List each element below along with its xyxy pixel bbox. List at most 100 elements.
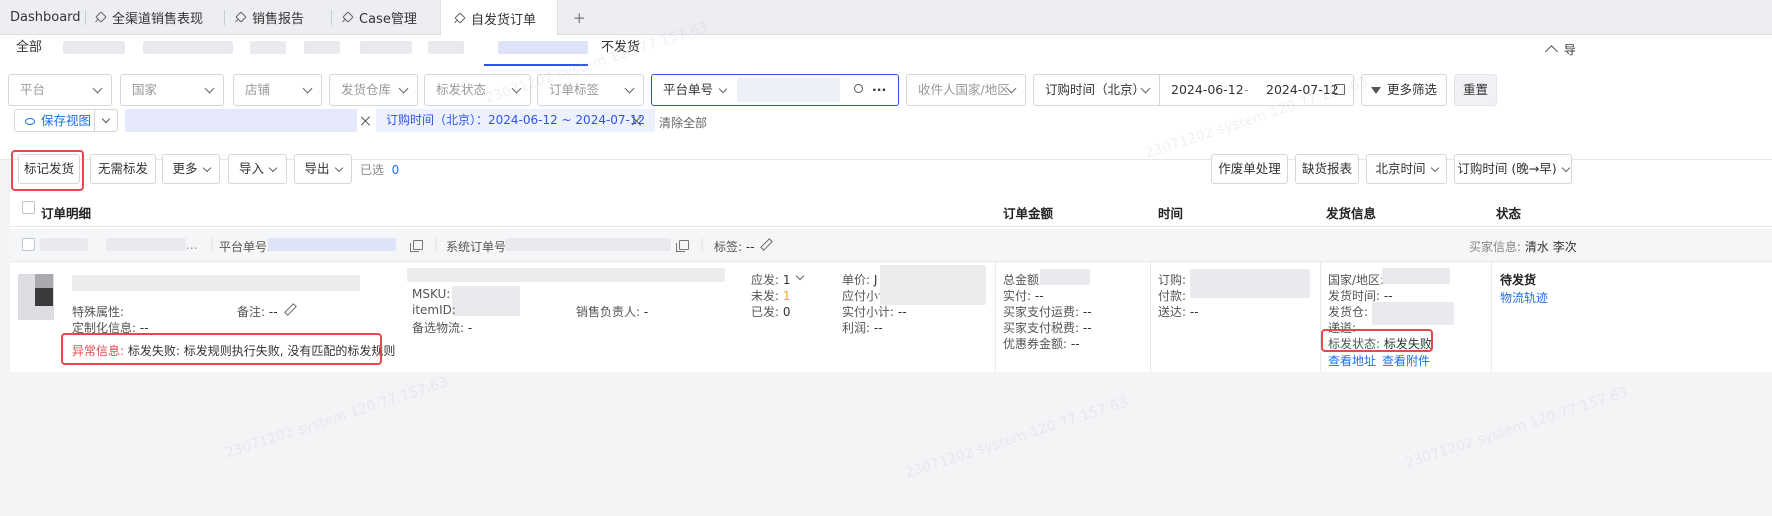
tag-value: --	[745, 240, 755, 254]
chevron-down-icon	[1561, 163, 1570, 173]
subtab-redacted[interactable]	[428, 41, 464, 54]
subtab-no-ship[interactable]: 不发货	[601, 30, 640, 66]
shop-select[interactable]: 店铺	[233, 74, 322, 106]
subtab-redacted[interactable]	[250, 41, 286, 54]
product-image[interactable]	[18, 274, 54, 320]
view-attachment-link[interactable]: 查看附件	[1382, 352, 1430, 369]
calendar-icon	[1334, 84, 1345, 95]
buyer-tax: 买家支付税费: --	[1003, 319, 1092, 336]
select-all-checkbox[interactable]	[22, 201, 35, 214]
eye-icon	[25, 118, 35, 125]
tag-label: 标签: --	[714, 238, 755, 255]
edit-icon[interactable]	[284, 304, 295, 315]
shortage-report-button[interactable]: 缺货报表	[1295, 154, 1359, 184]
deliver-label: 送达:	[1158, 305, 1187, 319]
recipient-country-select[interactable]: 收件人国家/地区	[906, 74, 1026, 106]
tab-omnichannel-sales[interactable]: 全渠道销售表现	[95, 0, 203, 35]
clear-all-link[interactable]: 清除全部	[659, 114, 707, 131]
pin-icon	[235, 12, 246, 23]
close-icon[interactable]	[361, 116, 371, 126]
sales-owner-value: -	[643, 305, 649, 319]
unshipped-label: 未发:	[751, 289, 780, 303]
reset-button[interactable]: 重置	[1454, 74, 1497, 106]
warehouse-select[interactable]: 发货仓库	[329, 74, 418, 106]
selected-count-value: 0	[391, 163, 400, 177]
price-redacted	[880, 265, 986, 305]
unshipped: 未发: 1	[751, 287, 791, 304]
copy-icon[interactable]	[410, 240, 423, 252]
column-divider	[995, 262, 996, 372]
buyer-shipping-label: 买家支付运费:	[1003, 305, 1080, 319]
search-input[interactable]	[737, 78, 840, 102]
close-icon[interactable]	[632, 116, 642, 126]
tab-label: Case管理	[359, 12, 417, 27]
tag-label-text: 标签:	[714, 240, 743, 254]
void-order-button[interactable]: 作废单处理	[1211, 154, 1288, 184]
unit-price-label: 单价:	[842, 273, 871, 287]
product-image-shade	[35, 274, 53, 288]
watermark: 23071202 system 120.77.157.63	[1403, 384, 1630, 472]
order-time-type-select[interactable]: 订购时间（北京）	[1033, 74, 1160, 106]
platform-no-search[interactable]: 平台单号 ···	[651, 74, 899, 106]
country-select[interactable]: 国家	[120, 74, 224, 106]
edit-icon[interactable]	[760, 239, 771, 250]
paid-subtotal: 实付小计: --	[842, 303, 907, 320]
upload-icon	[1545, 45, 1558, 58]
copy-icon[interactable]	[676, 240, 689, 252]
tab-label: Dashboard	[10, 10, 81, 25]
tab-case-management[interactable]: Case管理	[342, 0, 417, 35]
export-button[interactable]: 导出	[294, 154, 352, 184]
redacted-filter-tag[interactable]	[125, 109, 357, 132]
sort-select[interactable]: 订购时间 (晚→早)	[1454, 154, 1572, 184]
subtab-redacted[interactable]	[304, 41, 340, 54]
order-time-label: 订购:	[1158, 273, 1187, 287]
mark-status-select[interactable]: 标发状态	[424, 74, 531, 106]
deliver-time: 送达: --	[1158, 303, 1199, 320]
save-view-button[interactable]: 保存视图	[14, 109, 118, 132]
time-redacted	[1190, 269, 1310, 298]
subtab-redacted[interactable]	[143, 41, 233, 54]
order-checkbox[interactable]	[22, 238, 35, 251]
order-tag-select[interactable]: 订单标签	[537, 74, 644, 106]
search-field-type[interactable]: 平台单号	[663, 82, 713, 97]
no-mark-button[interactable]: 无需标发	[90, 154, 156, 184]
chevron-down-icon[interactable]	[101, 114, 111, 124]
tab-sales-report[interactable]: 销售报告	[235, 0, 304, 35]
more-actions-button[interactable]: 更多	[162, 154, 220, 184]
more-options-icon[interactable]: ···	[872, 75, 886, 105]
logistics-track-link[interactable]: 物流轨迹	[1500, 289, 1548, 306]
subtab-redacted-active[interactable]	[498, 41, 588, 54]
col-time: 时间	[1158, 206, 1184, 221]
date-range-picker[interactable]: 2024-06-12 - 2024-07-12	[1159, 74, 1354, 106]
tab-self-ship-orders[interactable]: 自发货订单	[440, 0, 558, 36]
view-address-link[interactable]: 查看地址	[1328, 352, 1376, 369]
divider: |	[210, 237, 215, 251]
msku-redacted	[452, 286, 520, 316]
profit-label: 利润:	[842, 321, 871, 335]
search-icon[interactable]	[854, 84, 863, 93]
tab-label: 销售报告	[252, 12, 305, 27]
tab-label: 自发货订单	[471, 12, 537, 28]
subtab-redacted[interactable]	[63, 41, 125, 54]
tab-label: 全渠道销售表现	[112, 12, 204, 27]
chevron-down-icon	[398, 83, 409, 94]
platform-no-value	[268, 238, 396, 251]
paid-amount: 实付: --	[1003, 287, 1044, 304]
add-tab-button[interactable]: +	[573, 0, 586, 35]
unit-price-value: J	[873, 273, 878, 287]
subtab-all[interactable]: 全部	[16, 30, 42, 66]
timezone-select[interactable]: 北京时间	[1366, 154, 1447, 184]
sales-owner-label: 销售负责人:	[576, 305, 641, 319]
button-label: 保存视图	[41, 113, 92, 128]
export-link[interactable]: 导	[1545, 41, 1772, 58]
select-label: 店铺	[245, 82, 271, 97]
subtab-redacted[interactable]	[360, 41, 412, 54]
more-filters-button[interactable]: 更多筛选	[1361, 74, 1447, 106]
platform-select[interactable]: 平台	[8, 74, 112, 106]
chevron-down-icon	[204, 83, 215, 94]
import-button[interactable]: 导入	[228, 154, 287, 184]
profit: 利润: --	[842, 319, 883, 336]
button-label: 订购时间 (晚→早)	[1457, 161, 1557, 176]
redacted-text	[106, 238, 186, 251]
column-divider	[1320, 262, 1321, 372]
